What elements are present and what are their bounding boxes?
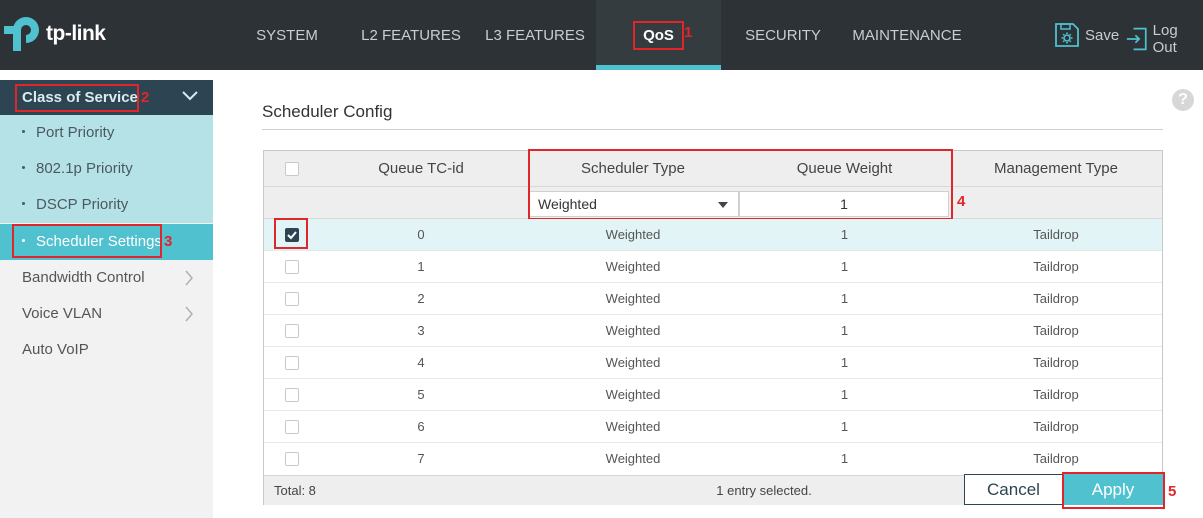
column-scheduler-type: Scheduler Type xyxy=(581,160,685,177)
cell-management-type: Taildrop xyxy=(1033,355,1079,370)
nav-tab-system[interactable]: SYSTEM xyxy=(236,0,338,70)
table-row[interactable]: 2 Weighted 1 Taildrop xyxy=(264,283,1162,315)
nav-tab-maintenance[interactable]: MAINTENANCE xyxy=(844,0,970,70)
nav-tab-security[interactable]: SECURITY xyxy=(732,0,834,70)
cell-scheduler-type: Weighted xyxy=(605,259,661,274)
batch-edit-row: Weighted 1 xyxy=(264,187,1162,219)
table-row[interactable]: 5 Weighted 1 Taildrop xyxy=(264,379,1162,411)
cell-scheduler-type: Weighted xyxy=(605,291,661,306)
cell-queue-weight: 1 xyxy=(840,387,849,402)
cell-queue-weight: 1 xyxy=(840,355,849,370)
cell-scheduler-type: Weighted xyxy=(605,419,661,434)
cell-queue-id: 0 xyxy=(417,227,425,242)
total-count: Total: 8 xyxy=(274,483,316,498)
cell-management-type: Taildrop xyxy=(1033,291,1079,306)
sidebar-item-voice-vlan[interactable]: Voice VLAN xyxy=(0,296,213,332)
chevron-right-icon xyxy=(185,306,193,322)
save-gear-icon xyxy=(1055,23,1079,47)
class-of-service-submenu: Port Priority 802.1p Priority DSCP Prior… xyxy=(0,115,213,223)
selection-count: 1 entry selected. xyxy=(716,483,812,498)
cell-queue-id: 6 xyxy=(417,419,425,434)
scheduler-settings-highlight xyxy=(12,224,162,258)
save-button[interactable]: Save xyxy=(1054,22,1119,48)
cell-queue-id: 2 xyxy=(417,291,425,306)
cell-queue-id: 5 xyxy=(417,387,425,402)
table-row[interactable]: 7 Weighted 1 Taildrop xyxy=(264,443,1162,475)
caret-down-icon xyxy=(718,202,728,208)
help-icon[interactable]: ? xyxy=(1172,89,1194,111)
logout-label: Log Out xyxy=(1152,22,1178,56)
cell-queue-weight: 1 xyxy=(840,259,849,274)
sidebar-item-scheduler-settings[interactable]: Scheduler Settings 3 xyxy=(0,224,213,260)
cell-queue-id: 1 xyxy=(417,259,425,274)
column-queue-tc-id: Queue TC-id xyxy=(378,160,464,177)
table-row[interactable]: 4 Weighted 1 Taildrop xyxy=(264,347,1162,379)
cell-queue-id: 3 xyxy=(417,323,425,338)
table-row[interactable]: 0 Weighted 1 Taildrop xyxy=(264,219,1162,251)
cell-queue-weight: 1 xyxy=(840,323,849,338)
annotation-3: 3 xyxy=(164,233,173,250)
class-of-service-label: Class of Service xyxy=(15,84,139,112)
annotation-2: 2 xyxy=(141,89,150,106)
brand-name: tp-link xyxy=(46,22,106,45)
cell-scheduler-type: Weighted xyxy=(605,387,661,402)
sidebar: Class of Service 2 Port Priority 802.1p … xyxy=(0,80,213,518)
tp-link-logo-icon xyxy=(4,17,39,51)
annotation-1: 1 xyxy=(684,24,693,41)
cell-scheduler-type: Weighted xyxy=(605,227,661,242)
cell-management-type: Taildrop xyxy=(1033,387,1079,402)
chevron-right-icon xyxy=(185,270,193,286)
chevron-down-icon xyxy=(182,91,198,101)
scheduler-type-select[interactable]: Weighted xyxy=(529,191,739,217)
sidebar-item-auto-voip[interactable]: Auto VoIP xyxy=(0,332,213,368)
section-title: Scheduler Config xyxy=(262,102,393,121)
logout-icon xyxy=(1126,27,1147,51)
table-row[interactable]: 1 Weighted 1 Taildrop xyxy=(264,251,1162,283)
table-header: Queue TC-id Scheduler Type Queue Weight … xyxy=(264,151,1162,187)
apply-button[interactable]: Apply xyxy=(1063,474,1163,505)
cell-scheduler-type: Weighted xyxy=(605,355,661,370)
tp-link-logo[interactable]: tp-link xyxy=(4,14,106,54)
cell-queue-id: 4 xyxy=(417,355,425,370)
cell-management-type: Taildrop xyxy=(1033,227,1079,242)
cell-management-type: Taildrop xyxy=(1033,451,1079,466)
cell-scheduler-type: Weighted xyxy=(605,323,661,338)
sidebar-item-bandwidth-control[interactable]: Bandwidth Control xyxy=(0,260,213,296)
sidebar-item-dscp-priority[interactable]: DSCP Priority xyxy=(0,187,213,223)
scheduler-table: Queue TC-id Scheduler Type Queue Weight … xyxy=(263,149,1163,505)
annotation-5: 5 xyxy=(1168,483,1177,500)
column-queue-weight: Queue Weight xyxy=(796,160,893,177)
nav-tab-qos[interactable]: QoS 1 xyxy=(596,0,721,70)
cell-management-type: Taildrop xyxy=(1033,419,1079,434)
annotation-4: 4 xyxy=(957,193,966,210)
cell-management-type: Taildrop xyxy=(1033,259,1079,274)
column-management-type: Management Type xyxy=(994,160,1118,177)
sidebar-item-802-1p-priority[interactable]: 802.1p Priority xyxy=(0,151,213,187)
sidebar-group-class-of-service[interactable]: Class of Service 2 xyxy=(0,80,213,115)
cell-queue-weight: 1 xyxy=(840,451,849,466)
logout-button[interactable]: Log Out xyxy=(1125,22,1203,56)
nav-tab-l3-features[interactable]: L3 FEATURES xyxy=(476,0,594,70)
table-row[interactable]: 3 Weighted 1 Taildrop xyxy=(264,315,1162,347)
cell-queue-weight: 1 xyxy=(840,291,849,306)
cell-queue-weight: 1 xyxy=(840,227,849,242)
cell-management-type: Taildrop xyxy=(1033,323,1079,338)
qos-tab-label: QoS xyxy=(633,20,684,50)
sidebar-item-port-priority[interactable]: Port Priority xyxy=(0,115,213,151)
table-row[interactable]: 6 Weighted 1 Taildrop xyxy=(264,411,1162,443)
cell-queue-id: 7 xyxy=(417,451,425,466)
top-navigation-bar: tp-link SYSTEM L2 FEATURES L3 FEATURES Q… xyxy=(0,0,1203,70)
save-label: Save xyxy=(1085,26,1120,44)
cancel-button[interactable]: Cancel xyxy=(964,474,1063,505)
section-divider xyxy=(262,129,1163,130)
nav-tab-l2-features[interactable]: L2 FEATURES xyxy=(350,0,472,70)
cell-scheduler-type: Weighted xyxy=(605,451,661,466)
queue-weight-input[interactable]: 1 xyxy=(739,191,949,217)
cell-queue-weight: 1 xyxy=(840,419,849,434)
